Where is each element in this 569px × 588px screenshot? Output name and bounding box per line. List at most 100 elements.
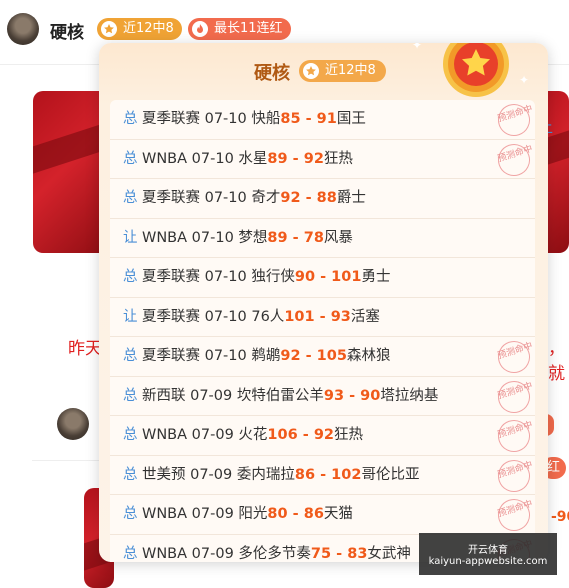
stamp-label: 预测命中 [496,143,534,165]
league-name: 夏季联赛 [142,111,200,127]
home-team: 梦想 [238,229,268,246]
match-date: 07-10 [204,308,247,325]
match-date: 07-10 [191,150,234,167]
streak-badge-label: 近12中8 [123,21,174,36]
score-separator: - [344,387,361,404]
star-icon [101,21,117,37]
away-team: 塔拉纳基 [380,387,439,404]
match-info: WNBA 07-10 水星89 - 92狂热 [142,140,353,178]
popup-streak-badge: 近12中8 [299,60,386,82]
prediction-row[interactable]: 总夏季联赛 07-10 奇才92 - 88爵士 [110,179,535,219]
score-separator: - [297,427,314,443]
bet-type-label: 总 [123,348,138,364]
away-score: 101 [331,269,362,285]
home-score: 92 [280,190,301,206]
home-team: 委内瑞拉 [236,466,295,483]
bet-type-label: 总 [123,466,138,483]
post-text-fragment: 昨天 [68,339,102,359]
league-name: WNBA [142,545,188,562]
match-date: 07-09 [190,387,233,404]
match-date: 07-09 [191,506,234,522]
bet-type-label: 让 [123,308,138,325]
home-score: 89 [267,150,288,167]
league-name: WNBA [142,427,188,443]
prediction-popup: 硬核 近12中8 ✦ ✦ 总夏季联赛 07-10 快船85 - 91国王 预测命中… [99,43,548,562]
league-name: 夏季联赛 [142,190,200,206]
home-score: 90 [294,269,316,285]
prediction-row[interactable]: 总夏季联赛 07-10 独行侠90 - 101勇士 [110,258,535,298]
home-score: 92 [280,348,301,364]
prediction-row[interactable]: 总新西联 07-09 坎特伯雷公羊93 - 90塔拉纳基 预测命中 [110,376,535,417]
away-score: 93 [330,308,351,325]
prediction-hit-stamp: 预测命中 [493,376,535,417]
prediction-row[interactable]: 总 WNBA 07-09 阳光80 - 86天猫 预测命中 [110,494,535,536]
prediction-list: 总夏季联赛 07-10 快船85 - 91国王 预测命中总 WNBA 07-10 水… [110,99,535,563]
home-team: 独行侠 [251,269,295,285]
score-separator: - [314,308,331,325]
match-info: WNBA 07-09 火花106 - 92狂热 [142,416,363,454]
match-info: WNBA 07-09 多伦多节奏75 - 83女武神 [142,535,411,563]
match-info: 夏季联赛 07-10 奇才92 - 88爵士 [142,179,366,217]
prediction-row[interactable]: 总夏季联赛 07-10 快船85 - 91国王 预测命中 [110,99,535,141]
match-date: 07-10 [204,111,247,127]
prediction-row[interactable]: 总 WNBA 07-09 火花106 - 92狂热 预测命中 [110,415,535,457]
match-info: 新西联 07-09 坎特伯雷公羊93 - 90塔拉纳基 [142,377,438,415]
home-score: 89 [267,229,288,246]
away-team: 女武神 [367,545,411,562]
prediction-row[interactable]: 总世美预 07-09 委内瑞拉86 - 102哥伦比亚 预测命中 [110,455,535,496]
user-avatar[interactable] [7,13,39,45]
away-score: 91 [316,111,337,127]
stamp-label: 预测命中 [496,340,534,362]
away-team: 爵士 [336,190,366,206]
prediction-hit-stamp: 预测命中 [493,494,535,536]
league-name: WNBA [142,506,188,522]
away-team: 森林狼 [346,348,391,364]
stamp-label: 预测命中 [496,498,534,520]
stamp-label: 预测命中 [496,103,534,125]
medal-icon [443,43,509,97]
bet-type-label: 总 [123,545,138,562]
bet-type-label: 总 [123,269,138,285]
away-score: 105 [316,348,347,364]
sparkle-icon: ✦ [412,43,423,52]
away-score: 90 [360,387,381,404]
prediction-row[interactable]: 总夏季联赛 07-10 鹈鹕92 - 105森林狼 预测命中 [110,336,535,378]
prediction-hit-stamp: 预测命中 [493,139,535,180]
longest-streak-label: 最长11连红 [214,21,283,36]
prediction-hit-stamp: 预测命中 [493,336,535,378]
match-date: 07-10 [191,229,234,246]
prediction-hit-stamp: 预测命中 [493,455,535,496]
match-date: 07-09 [191,545,234,562]
match-date: 07-10 [204,348,247,364]
score-fragment: -90 [551,509,569,525]
away-team: 狂热 [334,427,364,443]
match-date: 07-10 [204,190,247,206]
match-info: 夏季联赛 07-10 快船85 - 91国王 [142,100,366,138]
match-info: WNBA 07-09 阳光80 - 86天猫 [142,495,353,533]
away-score: 102 [331,466,362,483]
prediction-row[interactable]: 总 WNBA 07-10 水星89 - 92狂热 预测命中 [110,139,535,180]
star-icon [303,63,319,79]
league-name: 新西联 [142,387,186,404]
watermark-line2: kaiyun-appwebsite.com [428,556,548,567]
score-separator: - [300,190,317,206]
score-separator: - [315,466,332,483]
match-date: 07-09 [191,427,234,443]
away-team: 活塞 [350,308,380,325]
prediction-hit-stamp: 预测命中 [493,99,535,141]
away-team: 风暴 [323,229,353,246]
away-team: 勇士 [361,269,391,285]
longest-streak-badge: 最长11连红 [188,18,291,40]
user-avatar-2[interactable] [57,408,89,440]
score-separator: - [287,506,304,522]
prediction-row[interactable]: 让夏季联赛 07-10 76人101 - 93活塞 [110,298,535,337]
score-separator: - [315,269,332,285]
home-team: 坎特伯雷公羊 [236,387,324,404]
prediction-row[interactable]: 让 WNBA 07-10 梦想89 - 78风暴 [110,219,535,258]
sparkle-icon: ✦ [519,73,530,87]
username[interactable]: 硬核 [50,18,84,43]
bet-type-label: 总 [123,387,138,404]
bet-type-label: 总 [123,111,138,127]
home-score: 80 [267,506,288,522]
league-name: WNBA [142,229,188,246]
